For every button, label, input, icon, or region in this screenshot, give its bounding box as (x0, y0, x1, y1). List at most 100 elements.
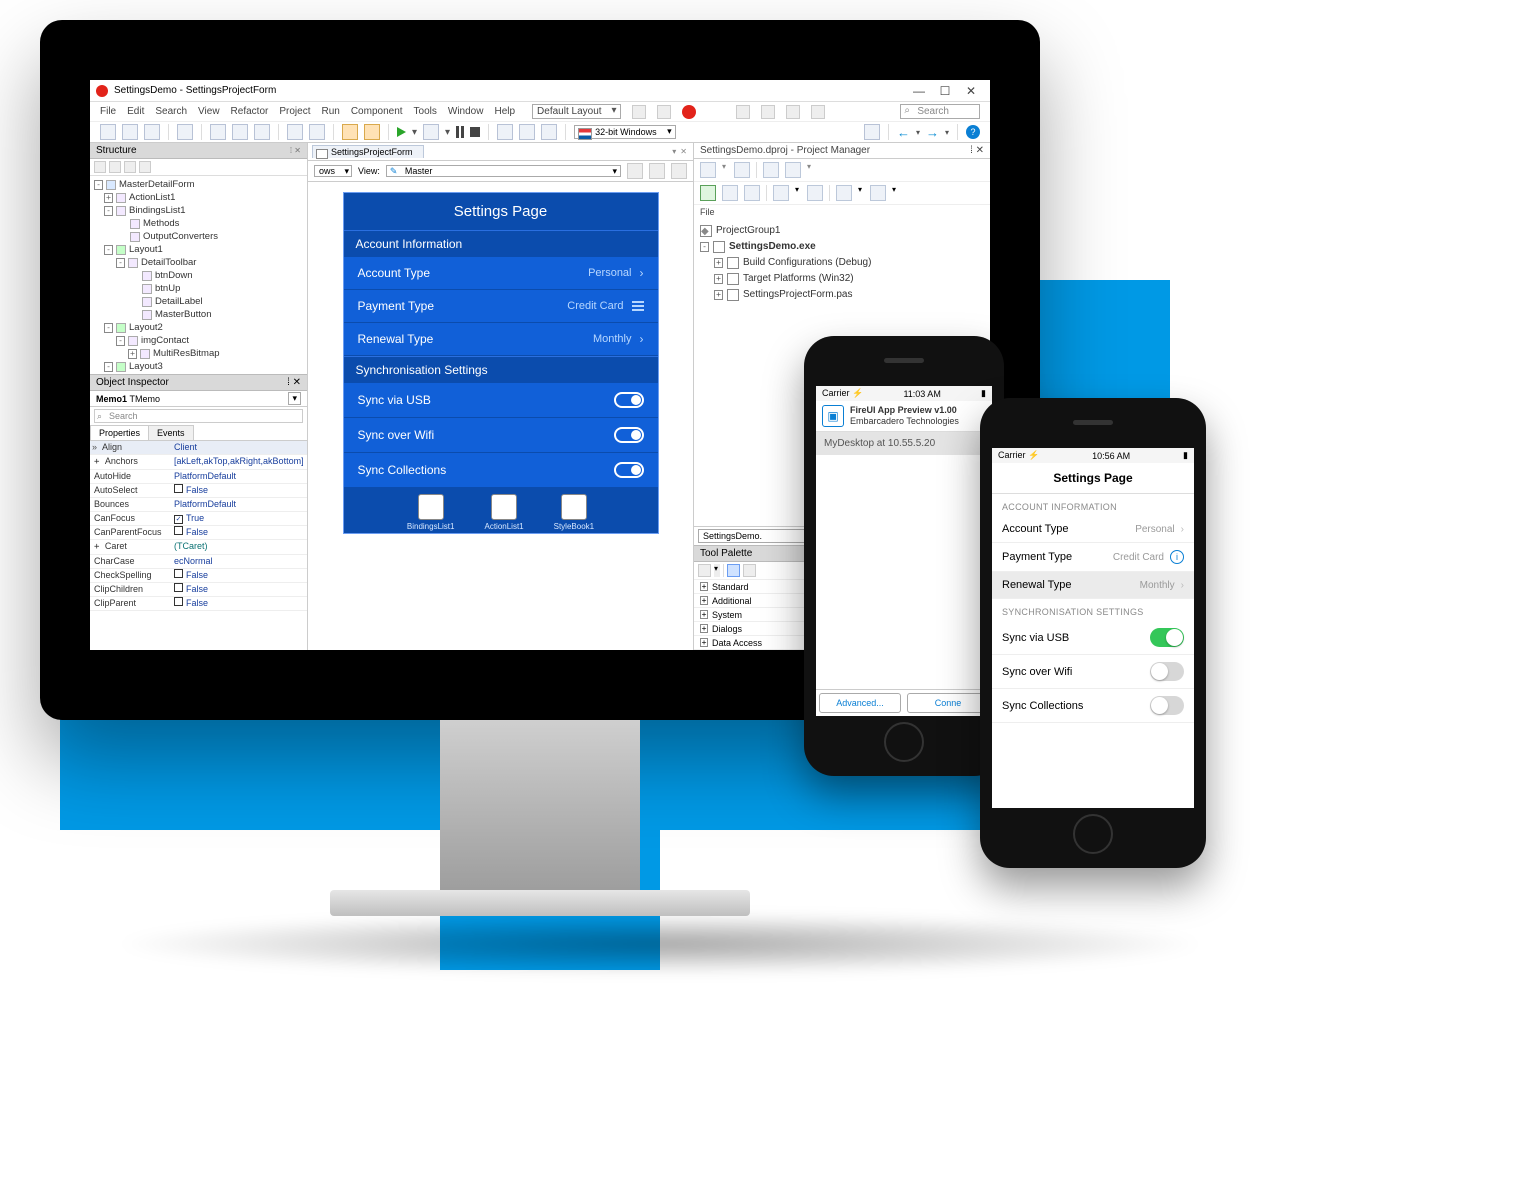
struct-btn3-icon[interactable] (124, 161, 136, 173)
tree-node[interactable]: -imgContact (94, 334, 303, 347)
run-nodebug-icon[interactable] (423, 124, 439, 140)
maximize-button[interactable]: ☐ (932, 84, 958, 98)
zoom-icon[interactable] (671, 163, 687, 179)
layout-combo[interactable]: Default Layout (532, 104, 621, 119)
open-icon[interactable] (122, 124, 138, 140)
menu-item[interactable]: Run (321, 106, 339, 117)
menu-item[interactable]: Search (155, 106, 187, 117)
settings-form[interactable]: Settings Page Account Information Accoun… (343, 192, 659, 534)
setting-row[interactable]: Account TypePersonal› (992, 516, 1194, 543)
nav-back-icon[interactable]: ← (897, 125, 910, 140)
setting-row[interactable]: Sync via USB (992, 621, 1194, 655)
tab-properties[interactable]: Properties (90, 425, 149, 440)
tab-close-icon[interactable]: ✕ (680, 147, 687, 156)
property-row[interactable]: CheckSpellingFalse (90, 569, 307, 583)
oi-pin-icon[interactable]: ⁞ ✕ (287, 377, 301, 388)
link-icon[interactable] (786, 105, 800, 119)
device-icon[interactable] (864, 124, 880, 140)
disk-icon[interactable] (254, 124, 270, 140)
property-row[interactable]: + Anchors[akLeft,akTop,akRight,akBottom] (90, 455, 307, 470)
tray-item[interactable]: ActionList1 (484, 494, 523, 531)
tp-btn-selected-icon[interactable] (727, 564, 740, 577)
property-row[interactable]: CanFocus✓True (90, 512, 307, 526)
project-node[interactable]: +Build Configurations (Debug) (700, 255, 984, 271)
menu-item[interactable]: Component (351, 106, 403, 117)
layout-btn-1-icon[interactable] (632, 105, 646, 119)
pm-btn-icon[interactable] (700, 162, 716, 178)
folder3-icon[interactable] (342, 124, 358, 140)
oi-selector-chevron-icon[interactable]: ▾ (288, 392, 301, 405)
advanced-button[interactable]: Advanced... (819, 693, 901, 713)
pm-btn-icon[interactable] (870, 185, 886, 201)
stop-button-icon[interactable] (470, 127, 480, 137)
pm-btn-icon[interactable] (785, 162, 801, 178)
struct-btn1-icon[interactable] (94, 161, 106, 173)
doc2-icon[interactable] (309, 124, 325, 140)
pm-btn-icon[interactable] (807, 185, 823, 201)
folder2-icon[interactable] (232, 124, 248, 140)
property-row[interactable]: ClipChildrenFalse (90, 583, 307, 597)
tree-node[interactable]: btnDown (94, 269, 303, 282)
step-icon[interactable] (497, 124, 513, 140)
rotate-icon[interactable] (627, 163, 643, 179)
toggle-switch[interactable] (614, 392, 644, 408)
property-row[interactable]: AlignClient (90, 441, 307, 455)
view-master-combo[interactable]: Master (386, 165, 621, 177)
tree-node[interactable]: +MultiResBitmap (94, 347, 303, 360)
tp-btn-icon[interactable] (698, 564, 711, 577)
menu-item[interactable]: Edit (127, 106, 144, 117)
menu-item[interactable]: Project (279, 106, 310, 117)
editor-tab[interactable]: SettingsProjectForm (312, 145, 424, 158)
property-row[interactable]: ClipParentFalse (90, 597, 307, 611)
setting-row[interactable]: Renewal TypeMonthly› (992, 572, 1194, 599)
struct-btn4-icon[interactable] (139, 161, 151, 173)
setting-row[interactable]: Sync Collections (344, 453, 658, 488)
toggle-switch[interactable] (1150, 696, 1184, 715)
menu-item[interactable]: File (100, 106, 116, 117)
struct-btn2-icon[interactable] (109, 161, 121, 173)
setting-row[interactable]: Renewal TypeMonthly› (344, 323, 658, 356)
platform-combo[interactable]: 32-bit Windows (574, 125, 676, 139)
project-node[interactable]: +Target Platforms (Win32) (700, 271, 984, 287)
oi-selector[interactable]: Memo1 TMemo ▾ (90, 391, 307, 407)
toggle-switch[interactable] (614, 427, 644, 443)
setting-row[interactable]: Sync via USB (344, 383, 658, 418)
layout-btn-2-icon[interactable] (657, 105, 671, 119)
pm-pin-icon[interactable]: ⁞ ✕ (970, 145, 984, 156)
folder4-icon[interactable] (364, 124, 380, 140)
connect-button[interactable]: Conne (907, 693, 989, 713)
folder-icon[interactable] (210, 124, 226, 140)
property-row[interactable]: + Caret(TCaret) (90, 540, 307, 555)
tp-search-icon[interactable] (743, 564, 756, 577)
tree-node[interactable]: -Layout1 (94, 243, 303, 256)
setting-row[interactable]: Sync Collections (992, 689, 1194, 723)
structure-tree[interactable]: -MasterDetailForm+ActionList1-BindingsLi… (90, 176, 307, 374)
tree-node[interactable]: +ActionList1 (94, 191, 303, 204)
tree-node[interactable]: Methods (94, 217, 303, 230)
pm-btn-icon[interactable] (744, 185, 760, 201)
nav-fwd-icon[interactable]: → (926, 125, 939, 140)
help-icon[interactable]: ? (966, 125, 980, 139)
menu-item[interactable]: Help (494, 106, 515, 117)
pm-btn-icon[interactable] (773, 185, 789, 201)
doc-icon[interactable] (287, 124, 303, 140)
save-icon[interactable] (144, 124, 160, 140)
pin-icon[interactable]: ⁞ ✕ (290, 146, 301, 155)
setting-row[interactable]: Sync over Wifi (992, 655, 1194, 689)
tree-node[interactable]: btnUp (94, 282, 303, 295)
pm-btn-icon[interactable] (722, 185, 738, 201)
mail-icon[interactable] (736, 105, 750, 119)
tree-node[interactable]: MasterButton (94, 308, 303, 321)
tree-node[interactable]: -Layout3 (94, 360, 303, 373)
property-row[interactable]: AutoHidePlatformDefault (90, 470, 307, 484)
step2-icon[interactable] (519, 124, 535, 140)
pause-button-icon[interactable] (456, 126, 464, 138)
toggle-switch[interactable] (1150, 662, 1184, 681)
project-node[interactable]: -SettingsDemo.exe (700, 239, 984, 255)
property-row[interactable]: AutoSelectFalse (90, 484, 307, 498)
tree-node[interactable]: -DetailToolbar (94, 256, 303, 269)
menu-item[interactable]: Refactor (231, 106, 269, 117)
menu-item[interactable]: Tools (414, 106, 437, 117)
property-row[interactable]: CanParentFocusFalse (90, 526, 307, 540)
menu-item[interactable]: Window (448, 106, 484, 117)
